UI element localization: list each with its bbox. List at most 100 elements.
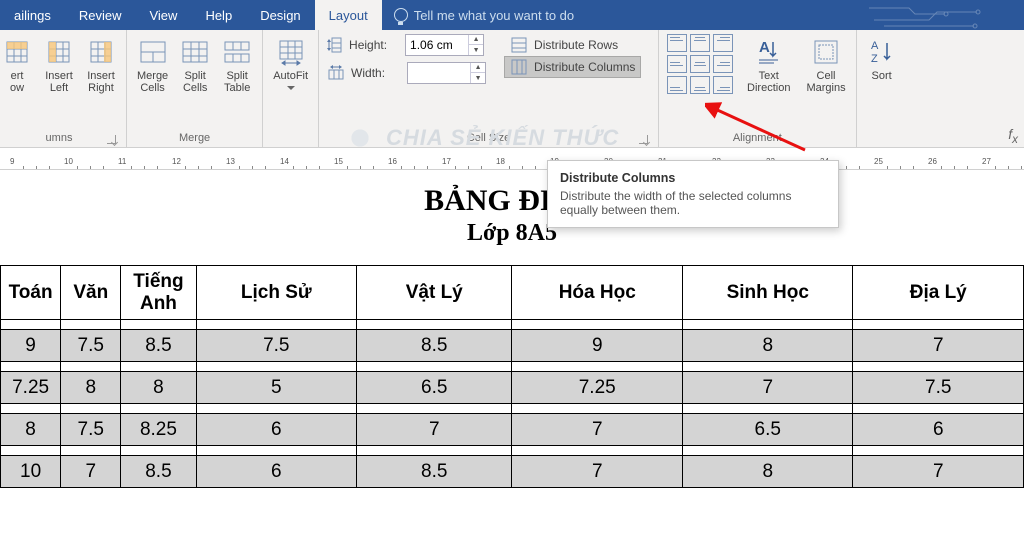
table-cell[interactable] — [196, 404, 356, 414]
distribute-rows-button[interactable]: Distribute Rows — [504, 34, 641, 56]
table-cell[interactable]: 7.25 — [512, 372, 683, 404]
tab-review[interactable]: Review — [65, 0, 136, 30]
table-cell[interactable] — [357, 362, 512, 372]
spin-up-icon[interactable]: ▲ — [471, 63, 485, 73]
tab-help[interactable]: Help — [191, 0, 246, 30]
table-cell[interactable] — [853, 320, 1024, 330]
table-cell[interactable]: 7.5 — [853, 372, 1024, 404]
table-cell[interactable]: 8.5 — [357, 330, 512, 362]
spin-down-icon[interactable]: ▼ — [469, 45, 483, 55]
table-cell[interactable]: 6.5 — [682, 414, 853, 446]
table-cell[interactable]: 10 — [1, 456, 61, 488]
align-top-center[interactable] — [690, 34, 710, 52]
table-cell[interactable]: 9 — [1, 330, 61, 362]
table-cell[interactable] — [121, 404, 196, 414]
table-cell[interactable]: 8.25 — [121, 414, 196, 446]
table-cell[interactable]: 6 — [853, 414, 1024, 446]
height-spinner[interactable]: ▲▼ — [405, 34, 484, 56]
table-cell[interactable]: 7 — [512, 414, 683, 446]
spin-down-icon[interactable]: ▼ — [471, 73, 485, 83]
table-header[interactable]: Toán — [1, 266, 61, 320]
tab-mailings[interactable]: ailings — [0, 0, 65, 30]
table-header[interactable]: Địa Lý — [853, 266, 1024, 320]
table-cell[interactable] — [61, 404, 121, 414]
table-cell[interactable] — [196, 362, 356, 372]
table-cell[interactable]: 6.5 — [357, 372, 512, 404]
table-cell[interactable]: 6 — [196, 414, 356, 446]
table-cell[interactable]: 5 — [196, 372, 356, 404]
table-cell[interactable]: 8.5 — [121, 330, 196, 362]
table-cell[interactable] — [853, 404, 1024, 414]
table-cell[interactable] — [512, 362, 683, 372]
table-cell[interactable]: 8.5 — [357, 456, 512, 488]
table-cell[interactable] — [682, 404, 853, 414]
dialog-launcher-icon[interactable] — [107, 135, 116, 144]
align-mid-center[interactable] — [690, 55, 710, 73]
align-mid-right[interactable] — [713, 55, 733, 73]
table-cell[interactable]: 7.5 — [61, 330, 121, 362]
table-cell[interactable] — [357, 404, 512, 414]
table-cell[interactable] — [357, 446, 512, 456]
insert-right-button[interactable]: Insert Right — [84, 34, 118, 96]
table-cell[interactable]: 7 — [682, 372, 853, 404]
tab-design[interactable]: Design — [246, 0, 314, 30]
table-cell[interactable]: 8 — [121, 372, 196, 404]
table-row[interactable]: 97.58.57.58.5987 — [1, 330, 1024, 362]
table-cell[interactable] — [61, 362, 121, 372]
align-bot-right[interactable] — [713, 76, 733, 94]
table-cell[interactable] — [682, 362, 853, 372]
text-direction-button[interactable]: A Text Direction — [745, 34, 792, 96]
table-cell[interactable] — [1, 362, 61, 372]
table-row[interactable]: 87.58.256776.56 — [1, 414, 1024, 446]
table-cell[interactable] — [61, 446, 121, 456]
table-cell[interactable]: 8 — [61, 372, 121, 404]
table-cell[interactable]: 7 — [853, 456, 1024, 488]
table-cell[interactable] — [682, 446, 853, 456]
merge-cells-button[interactable]: Merge Cells — [135, 34, 170, 96]
table-cell[interactable] — [512, 404, 683, 414]
align-bot-left[interactable] — [667, 76, 687, 94]
width-input[interactable] — [408, 63, 470, 83]
table-cell[interactable] — [121, 362, 196, 372]
table-cell[interactable] — [121, 320, 196, 330]
table-cell[interactable]: 8.5 — [121, 456, 196, 488]
table-cell[interactable] — [357, 320, 512, 330]
table-header[interactable]: Sinh Học — [682, 266, 853, 320]
autofit-button[interactable]: AutoFit — [271, 34, 310, 92]
table-header[interactable]: Vật Lý — [357, 266, 512, 320]
table-cell[interactable]: 7 — [357, 414, 512, 446]
tab-view[interactable]: View — [135, 0, 191, 30]
insert-left-button[interactable]: Insert Left — [42, 34, 76, 96]
table-cell[interactable]: 7 — [512, 456, 683, 488]
tab-layout[interactable]: Layout — [315, 0, 382, 30]
height-input[interactable] — [406, 35, 468, 55]
table-cell[interactable] — [1, 446, 61, 456]
table-cell[interactable]: 8 — [682, 456, 853, 488]
cell-margins-button[interactable]: Cell Margins — [804, 34, 847, 96]
distribute-columns-button[interactable]: Distribute Columns — [504, 56, 641, 78]
table-header[interactable]: Hóa Học — [512, 266, 683, 320]
table-cell[interactable] — [1, 320, 61, 330]
split-cells-button[interactable]: Split Cells — [178, 34, 212, 96]
horizontal-ruler[interactable]: 9101112131415161718192021222324252627 — [0, 148, 1024, 170]
table-cell[interactable]: 8 — [682, 330, 853, 362]
table-cell[interactable] — [121, 446, 196, 456]
dialog-launcher-icon[interactable] — [639, 135, 648, 144]
table-cell[interactable] — [682, 320, 853, 330]
formula-icon[interactable]: fx — [1008, 126, 1018, 146]
spin-up-icon[interactable]: ▲ — [469, 35, 483, 45]
grades-table[interactable]: ToánVănTiếngAnhLịch SửVật LýHóa HọcSinh … — [0, 265, 1024, 488]
table-cell[interactable] — [853, 446, 1024, 456]
table-header[interactable]: TiếngAnh — [121, 266, 196, 320]
align-top-left[interactable] — [667, 34, 687, 52]
table-cell[interactable]: 7 — [853, 330, 1024, 362]
sort-button[interactable]: AZ Sort — [865, 34, 899, 84]
table-cell[interactable]: 7.25 — [1, 372, 61, 404]
table-cell[interactable]: 7.5 — [196, 330, 356, 362]
table-row[interactable]: 7.258856.57.2577.5 — [1, 372, 1024, 404]
table-cell[interactable] — [512, 446, 683, 456]
table-cell[interactable] — [512, 320, 683, 330]
table-cell[interactable]: 9 — [512, 330, 683, 362]
table-cell[interactable] — [1, 404, 61, 414]
table-cell[interactable]: 7 — [61, 456, 121, 488]
